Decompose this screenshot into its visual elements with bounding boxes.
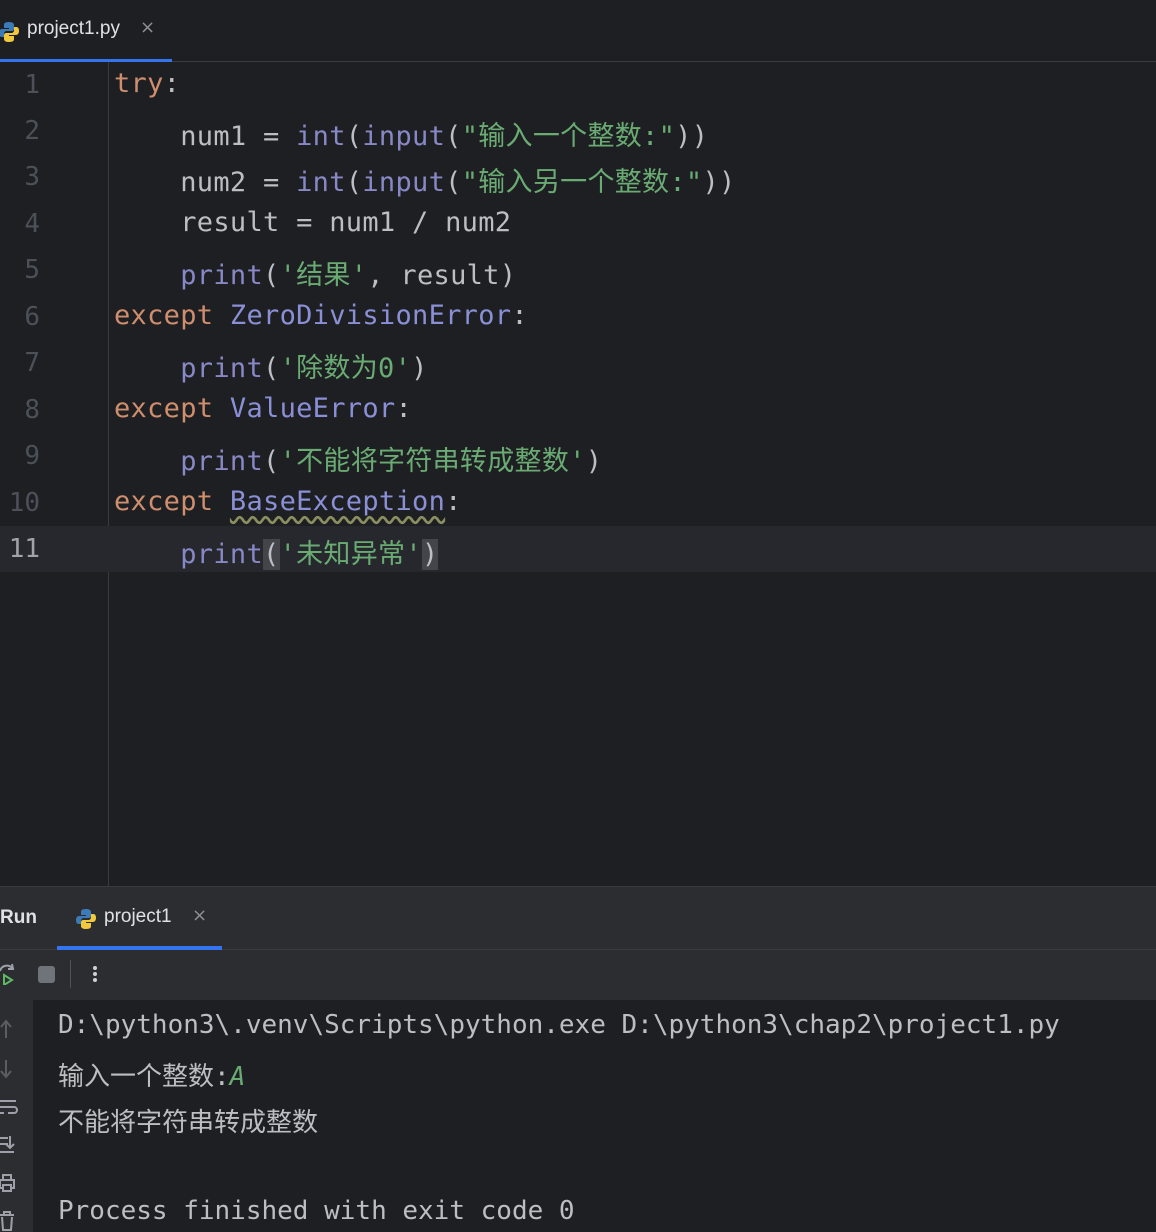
code-line[interactable]: 8 except ValueError: (0, 387, 1156, 433)
code-line[interactable]: 1 try: (0, 62, 1156, 108)
line-number: 8 (24, 395, 40, 425)
run-tab-label: project1 (104, 906, 172, 927)
run-tab-project1[interactable]: project1 × (57, 887, 222, 950)
soft-wrap-icon[interactable] (0, 1096, 22, 1118)
console-exit-line: Process finished with exit code 0 (58, 1196, 575, 1226)
code-text: print('不能将字符串转成整数') (180, 446, 603, 477)
code-text: num2 = int(input("输入另一个整数:")) (180, 167, 736, 198)
trash-icon[interactable] (0, 1210, 22, 1232)
run-title: Run (0, 907, 37, 928)
console-prompt-line: 输入一个整数:A (58, 1056, 245, 1093)
line-number: 11 (8, 534, 40, 564)
run-console[interactable]: D:\python3\.venv\Scripts\python.exe D:\p… (33, 1000, 1156, 1232)
print-icon[interactable] (0, 1172, 22, 1194)
code-editor[interactable]: 1 try: 2 num1 = int(input("输入一个整数:")) 3 … (0, 62, 1156, 886)
more-options-icon[interactable] (84, 963, 106, 985)
line-number: 5 (24, 255, 40, 285)
code-text: num1 = int(input("输入一个整数:")) (180, 121, 709, 152)
matched-brace: ( (263, 539, 280, 570)
code-line[interactable]: 2 num1 = int(input("输入一个整数:")) (0, 108, 1156, 154)
code-text: except ZeroDivisionError: (114, 300, 528, 331)
arrow-up-icon[interactable] (0, 1018, 22, 1040)
code-text: print('未知异常') (180, 539, 439, 570)
editor-tab-project1[interactable]: project1.py × (0, 0, 172, 62)
code-line[interactable]: 10 except BaseException: (0, 480, 1156, 526)
run-toolbar (0, 950, 1156, 1000)
run-tool-window-header: Run project1 × (0, 886, 1156, 950)
python-file-icon (0, 22, 19, 42)
line-number: 2 (24, 116, 40, 146)
line-number: 1 (24, 70, 40, 100)
console-output-line: 不能将字符串转成整数 (58, 1108, 319, 1138)
console-command-line: D:\python3\.venv\Scripts\python.exe D:\p… (58, 1010, 1060, 1040)
line-number: 7 (24, 348, 40, 378)
line-number: 10 (8, 488, 40, 518)
code-line[interactable]: 4 result = num1 / num2 (0, 201, 1156, 247)
arrow-down-icon[interactable] (0, 1058, 22, 1080)
editor-tab-label: project1.py (27, 18, 120, 39)
editor-tab-bar: project1.py × (0, 0, 1156, 62)
code-line[interactable]: 5 print('结果', result) (0, 247, 1156, 293)
run-side-toolbar (0, 1000, 33, 1232)
code-text: try: (114, 68, 181, 99)
scroll-to-end-icon[interactable] (0, 1134, 22, 1156)
matched-brace: ) (421, 539, 439, 570)
rerun-icon[interactable] (0, 963, 18, 985)
python-icon (76, 909, 96, 929)
current-code-line[interactable]: 11 print('未知异常') (0, 526, 1156, 572)
code-line[interactable]: 6 except ZeroDivisionError: (0, 294, 1156, 340)
code-text: except ValueError: (114, 393, 413, 424)
line-number: 6 (24, 302, 40, 332)
code-line[interactable]: 9 print('不能将字符串转成整数') (0, 433, 1156, 479)
line-number: 4 (24, 209, 40, 239)
toolbar-divider (70, 960, 71, 988)
close-icon[interactable]: × (192, 905, 207, 926)
code-line[interactable]: 7 print('除数为0') (0, 340, 1156, 386)
code-text: result = num1 / num2 (180, 207, 512, 238)
code-line[interactable]: 3 num2 = int(input("输入另一个整数:")) (0, 154, 1156, 200)
console-prompt: 输入一个整数: (58, 1062, 230, 1092)
code-text: print('除数为0') (180, 353, 428, 384)
stop-icon[interactable] (36, 963, 58, 985)
code-text: except BaseException: (114, 486, 462, 517)
line-number: 3 (24, 162, 40, 192)
warning-underline: BaseException (229, 486, 446, 517)
code-text: print('结果', result) (180, 260, 517, 291)
close-icon[interactable]: × (140, 17, 155, 38)
console-user-input: A (229, 1062, 246, 1092)
line-number: 9 (24, 441, 40, 471)
